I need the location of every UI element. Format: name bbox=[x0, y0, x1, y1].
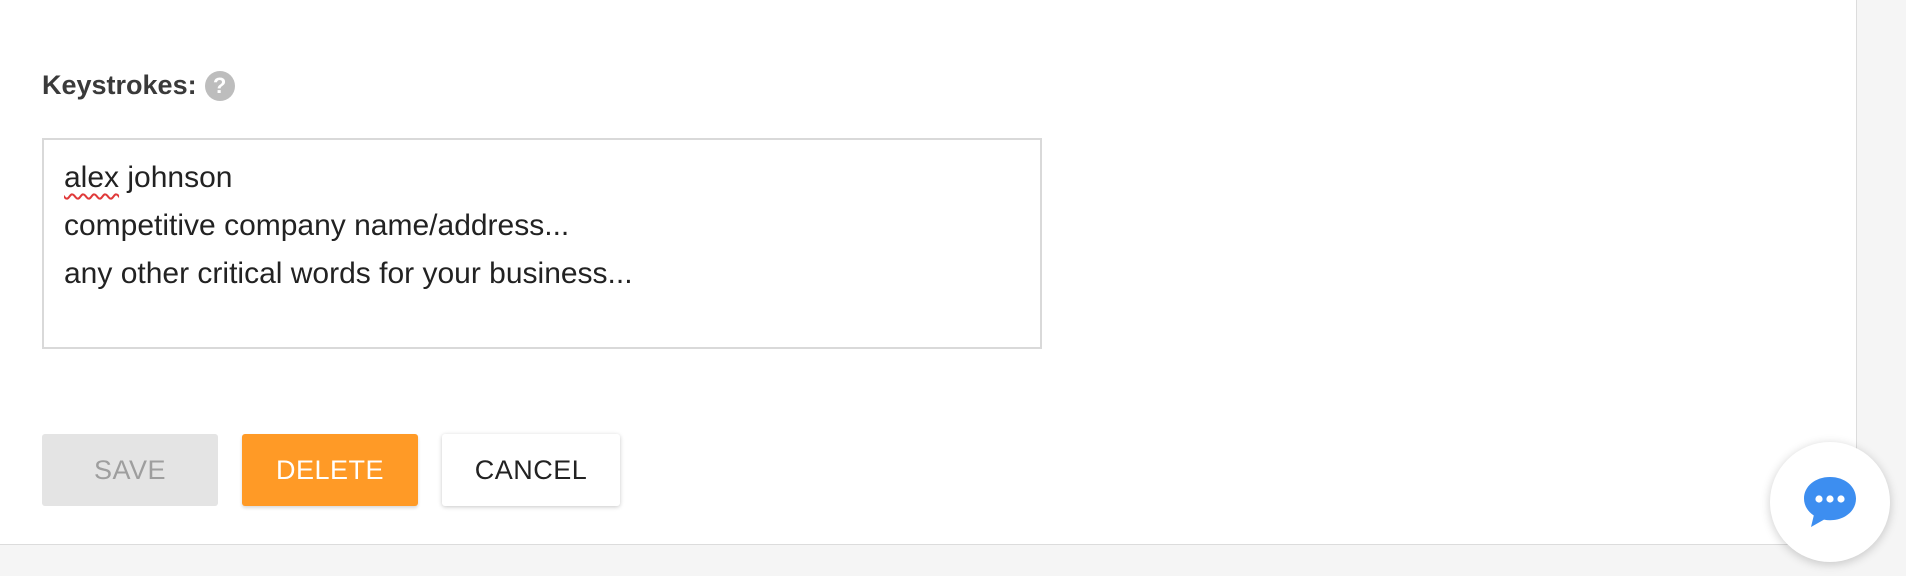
keystroke-line: alex johnson bbox=[64, 161, 233, 194]
chat-launcher-button[interactable] bbox=[1770, 442, 1890, 562]
help-question-icon[interactable]: ? bbox=[204, 70, 235, 101]
keystrokes-label-text: Keystrokes: bbox=[42, 70, 197, 100]
cancel-button[interactable]: CANCEL bbox=[442, 434, 620, 506]
delete-button[interactable]: DELETE bbox=[242, 434, 418, 506]
keystrokes-textarea[interactable]: alex johnson competitive company name/ad… bbox=[42, 138, 1042, 349]
keystrokes-field-label: Keystrokes: ? bbox=[42, 70, 235, 101]
chat-bubble-icon bbox=[1804, 477, 1856, 527]
keystroke-line: any other critical words for your busine… bbox=[64, 257, 633, 290]
keystroke-line: competitive company name/address... bbox=[64, 209, 570, 242]
settings-card: Keystrokes: ? alex johnson competitive c… bbox=[0, 0, 1857, 545]
save-button[interactable]: SAVE bbox=[42, 434, 218, 506]
misspelled-word: alex bbox=[64, 161, 120, 194]
